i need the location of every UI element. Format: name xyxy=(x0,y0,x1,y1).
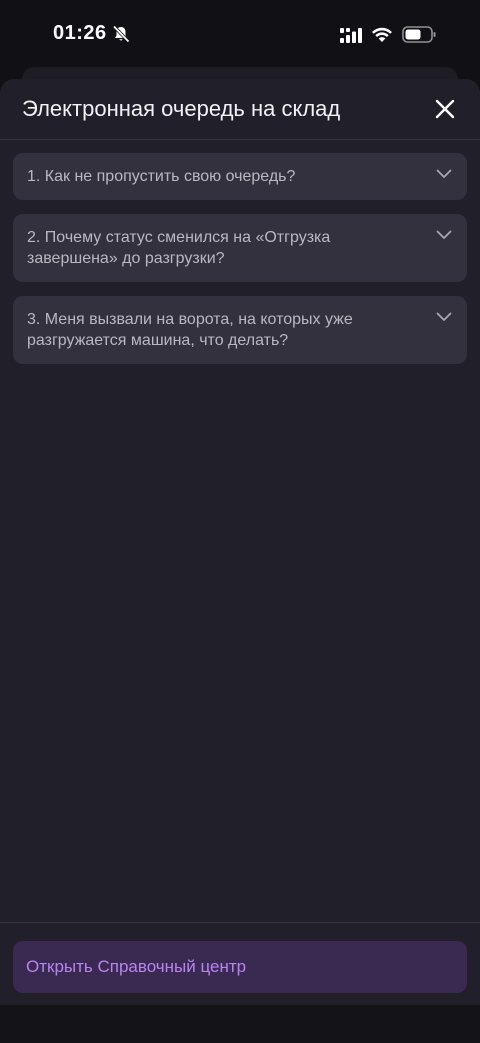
faq-list: 1. Как не пропустить свою очередь? 2. По… xyxy=(13,153,467,378)
wifi-icon xyxy=(372,27,392,42)
faq-question: 2. Почему статус сменился на «Отгрузка з… xyxy=(27,229,331,267)
sheet-title: Электронная очередь на склад xyxy=(22,96,341,121)
bottom-sheet: Электронная очередь на склад 1. Как не п… xyxy=(0,79,480,1005)
close-button[interactable] xyxy=(430,94,460,124)
screen: 01:26 Электронная очередь на склад 1. Ка… xyxy=(0,0,480,1043)
open-help-center-button[interactable]: Открыть Справочный центр xyxy=(13,941,467,993)
battery-icon xyxy=(402,26,436,43)
chevron-down-icon xyxy=(436,169,452,178)
status-bar: 01:26 xyxy=(0,0,480,70)
bottom-bar xyxy=(0,1005,480,1043)
faq-item-3[interactable]: 3. Меня вызвали на ворота, на которых уж… xyxy=(13,296,467,364)
help-button-label: Открыть Справочный центр xyxy=(26,957,247,976)
chevron-down-icon xyxy=(436,230,452,239)
sheet-header: Электронная очередь на склад xyxy=(0,79,480,140)
signal-icon xyxy=(340,28,362,43)
faq-question: 1. Как не пропустить свою очередь? xyxy=(27,168,296,185)
bell-slash-icon xyxy=(112,25,130,43)
faq-item-1[interactable]: 1. Как не пропустить свою очередь? xyxy=(13,153,467,200)
close-icon xyxy=(435,99,455,119)
sheet-footer: Открыть Справочный центр xyxy=(0,922,480,1006)
faq-question: 3. Меня вызвали на ворота, на которых уж… xyxy=(27,311,353,349)
status-time: 01:26 xyxy=(53,22,107,44)
chevron-down-icon xyxy=(436,312,452,321)
faq-item-2[interactable]: 2. Почему статус сменился на «Отгрузка з… xyxy=(13,214,467,282)
